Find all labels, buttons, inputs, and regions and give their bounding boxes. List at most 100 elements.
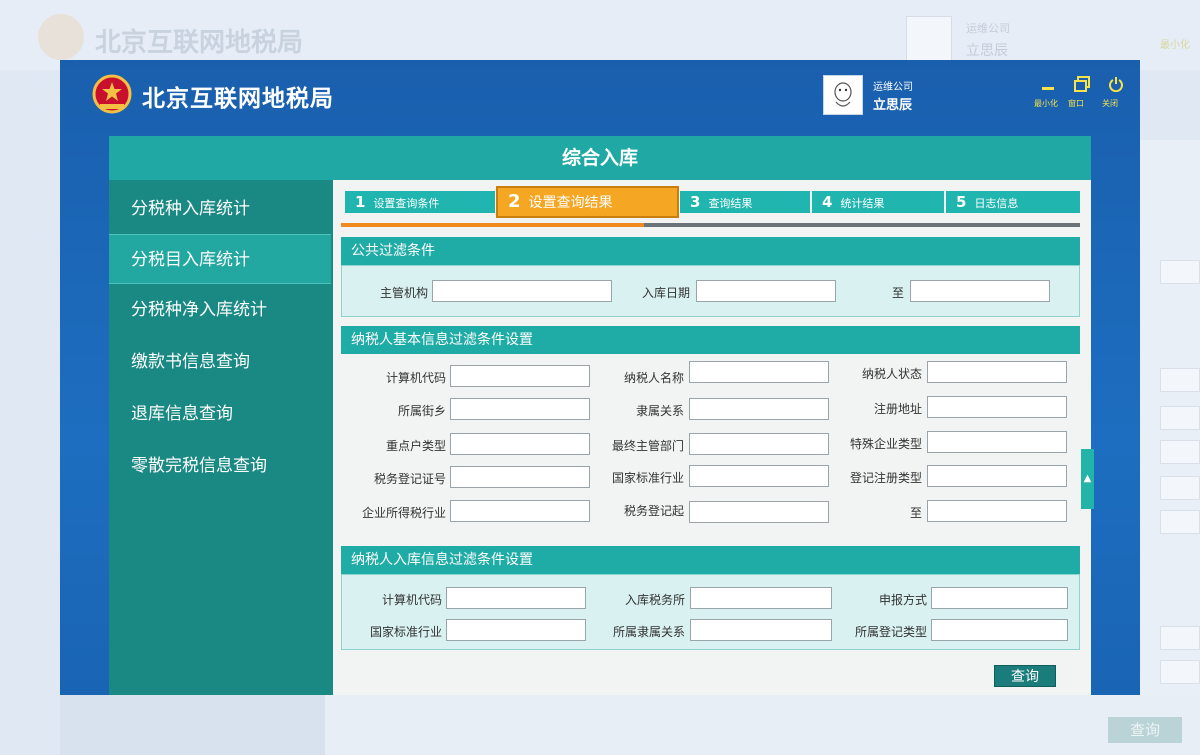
company-name: 运维公司 (873, 82, 913, 93)
progress-bar (341, 223, 1080, 227)
field-label: 所属街乡 (397, 404, 446, 418)
field-label: 重点户类型 (385, 439, 446, 453)
background-right-panel (1140, 140, 1200, 700)
minimize-label: 最小化 (1034, 99, 1058, 108)
sidebar-item-refund-query[interactable]: 退库信息查询 (109, 389, 331, 439)
field-label: 至 (909, 506, 922, 520)
registered-address-input[interactable] (927, 396, 1067, 418)
progress-fill (341, 223, 644, 227)
background-query-button: 查询 (1108, 717, 1182, 743)
field-label: 最终主管部门 (611, 439, 684, 453)
tab-step-2[interactable]: 2 设置查询结果 (496, 186, 679, 218)
field-label: 入库税务所 (624, 593, 685, 607)
reg-type-input[interactable] (927, 465, 1067, 487)
avatar[interactable] (823, 75, 863, 115)
app-window: 北京互联网地税局 运维公司 立思辰 最小化 窗口 关闭 综合入库 分税种入库统计… (60, 60, 1140, 695)
field-label: 计算机代码 (381, 593, 442, 607)
field-label: 至 (891, 286, 904, 300)
computer-code-input[interactable] (450, 365, 590, 387)
step-label: 设置查询条件 (373, 197, 440, 210)
storage-affiliation-input[interactable] (690, 619, 832, 641)
key-account-type-input[interactable] (450, 433, 590, 455)
background-minimize-label: 最小化 (1160, 40, 1190, 51)
org-input[interactable] (432, 280, 612, 302)
section-public-title: 公共过滤条件 (341, 237, 1080, 265)
section-taxpayer-basic-title: 纳税人基本信息过滤条件设置 (341, 326, 1080, 354)
storage-date-end-input[interactable] (910, 280, 1050, 302)
taxpayer-status-input[interactable] (927, 361, 1067, 383)
step-label: 日志信息 (974, 197, 1019, 210)
section-taxpayer-basic-body: 计算机代码 纳税人名称 纳税人状态 所属街乡 隶属关系 注册地址 重点户类型 最… (341, 354, 1080, 540)
special-enterprise-type-input[interactable] (927, 431, 1067, 453)
field-label: 特殊企业类型 (849, 437, 922, 451)
final-dept-input[interactable] (689, 433, 829, 455)
step-label: 统计结果 (840, 197, 885, 210)
taxpayer-name-input[interactable] (689, 361, 829, 383)
background-avatar (906, 16, 952, 62)
sidebar-item-tax-item-stats[interactable]: 分税目入库统计 (109, 234, 331, 284)
background-field (1160, 440, 1200, 464)
field-label: 注册地址 (873, 402, 922, 416)
affiliation-input[interactable] (689, 398, 829, 420)
tab-step-4[interactable]: 4 统计结果 (812, 191, 944, 213)
tax-reg-end-input[interactable] (927, 500, 1067, 522)
query-button[interactable]: 查询 (994, 665, 1056, 687)
background-field (1160, 260, 1200, 284)
user-avatar-icon (834, 82, 852, 107)
section-taxpayer-storage-body: 计算机代码 入库税务所 申报方式 国家标准行业 所属隶属关系 所属登记类型 (341, 574, 1080, 650)
collapse-tab[interactable]: ▲ (1081, 449, 1094, 509)
street-input[interactable] (450, 398, 590, 420)
storage-computer-code-input[interactable] (446, 587, 586, 609)
sidebar-item-tax-type-stats[interactable]: 分税种入库统计 (109, 184, 331, 234)
field-label: 国家标准行业 (369, 625, 442, 639)
field-label: 登记注册类型 (849, 471, 922, 485)
field-label: 隶属关系 (635, 404, 684, 418)
step-number: 4 (822, 193, 833, 211)
storage-date-start-input[interactable] (696, 280, 836, 302)
income-tax-industry-input[interactable] (450, 500, 590, 522)
sidebar-item-scattered-tax-query[interactable]: 零散完税信息查询 (109, 441, 331, 491)
background-username: 立思辰 (966, 43, 1008, 59)
tab-step-3[interactable]: 3 查询结果 (680, 191, 810, 213)
restore-button[interactable]: 窗口 (1068, 76, 1096, 108)
tax-reg-cert-input[interactable] (450, 466, 590, 488)
background-field (1160, 660, 1200, 684)
step-label: 设置查询结果 (528, 195, 613, 211)
section-public-body: 主管机构 入库日期 至 (341, 265, 1080, 317)
sidebar: 分税种入库统计 分税目入库统计 分税种净入库统计 缴款书信息查询 退库信息查询 … (109, 180, 333, 695)
field-label: 计算机代码 (385, 371, 446, 385)
field-label: 企业所得税行业 (361, 506, 446, 520)
filing-method-input[interactable] (931, 587, 1068, 609)
field-label: 入库日期 (641, 286, 690, 300)
storage-industry-input[interactable] (446, 619, 586, 641)
industry-input[interactable] (689, 465, 829, 487)
step-label: 查询结果 (708, 197, 753, 210)
restore-label: 窗口 (1068, 99, 1084, 108)
tab-step-5[interactable]: 5 日志信息 (946, 191, 1080, 213)
close-button[interactable]: 关闭 (1102, 76, 1130, 108)
storage-reg-type-input[interactable] (931, 619, 1068, 641)
restore-window-icon (1074, 76, 1090, 92)
background-field (1160, 368, 1200, 392)
panel-title: 综合入库 (109, 136, 1091, 180)
field-label: 申报方式 (878, 593, 927, 607)
background-field (1160, 626, 1200, 650)
background-field (1160, 510, 1200, 534)
minimize-button[interactable]: 最小化 (1034, 76, 1062, 108)
close-label: 关闭 (1102, 99, 1118, 108)
sidebar-item-net-tax-stats[interactable]: 分税种净入库统计 (109, 285, 331, 335)
field-label: 纳税人名称 (623, 371, 684, 385)
tab-step-1[interactable]: 1 设置查询条件 (345, 191, 495, 213)
minimize-icon (1042, 87, 1054, 90)
background-company: 运维公司 (966, 22, 1010, 35)
field-label: 国家标准行业 (611, 471, 684, 485)
step-number: 2 (508, 191, 521, 212)
tax-emblem-icon (92, 74, 132, 114)
app-title: 北京互联网地税局 (142, 86, 334, 112)
main-area: 1 设置查询条件 2 设置查询结果 3 查询结果 4 统计结果 5 日志信息 公共过滤条件… (333, 180, 1091, 695)
storage-tax-office-input[interactable] (690, 587, 832, 609)
step-number: 3 (690, 193, 701, 211)
tax-reg-start-input[interactable] (689, 501, 829, 523)
sidebar-item-payment-query[interactable]: 缴款书信息查询 (109, 337, 331, 387)
content-panel: 综合入库 分税种入库统计 分税目入库统计 分税种净入库统计 缴款书信息查询 退库… (109, 136, 1091, 695)
